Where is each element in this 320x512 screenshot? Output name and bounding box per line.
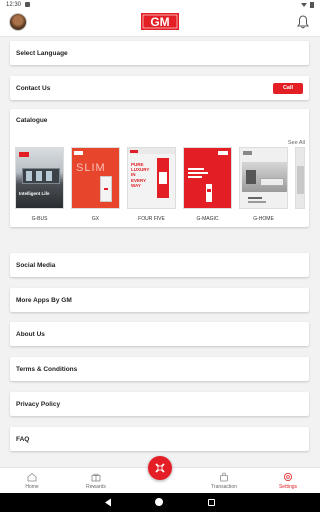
catalogue-card: Catalogue See All Intelligent Life G-BUS… [10, 109, 309, 227]
see-all-link[interactable]: See All [288, 140, 305, 146]
system-navigation-bar [0, 493, 320, 512]
app-header: GM [0, 9, 320, 37]
wifi-icon [301, 3, 307, 7]
gift-icon [91, 473, 101, 482]
logo-text: GM [150, 15, 169, 29]
settings-content: Select Language Contact Us Call Catalogu… [0, 37, 320, 467]
notification-icon [25, 2, 31, 7]
social-media-item[interactable]: Social Media [10, 253, 309, 277]
privacy-policy-item[interactable]: Privacy Policy [10, 392, 309, 416]
status-bar: 12:30 [0, 0, 320, 9]
contact-us-item: Contact Us Call [10, 76, 309, 100]
settings-gear-icon [284, 473, 292, 481]
catalogue-cover-four-five: PURE LUXURY IN EVERY WAY [127, 147, 176, 209]
catalogue-label-g-magic: G-MAGIC [196, 216, 219, 222]
home-circle-icon[interactable] [155, 498, 163, 506]
bag-icon [220, 472, 228, 482]
catalogue-label-gx: GX [91, 216, 100, 222]
catalogue-item-g-bus[interactable]: Intelligent Life G-BUS [15, 147, 64, 222]
bottom-navigation: Home Rewards Transaction Settings [0, 456, 320, 493]
recent-apps-icon[interactable] [208, 499, 215, 506]
catalogue-title: Catalogue [16, 117, 48, 124]
contact-us-label: Contact Us [16, 84, 51, 92]
more-apps-label: More Apps By GM [16, 296, 72, 304]
catalogue-label-four-five: FOUR FIVE [138, 216, 165, 222]
catalogue-cover-text-four-five: PURE LUXURY IN EVERY WAY [131, 162, 150, 188]
catalogue-cover-gx: SLIM [71, 147, 120, 209]
catalogue-cover-g-home [239, 147, 288, 209]
catalogue-label-g-bus: G-BUS [31, 216, 48, 222]
nav-home-label: Home [25, 484, 39, 490]
nav-rewards-label: Rewards [86, 484, 106, 490]
catalogue-cover-partial [295, 147, 305, 209]
notification-bell-icon[interactable] [297, 15, 309, 29]
about-us-item[interactable]: About Us [10, 322, 309, 346]
select-language-label: Select Language [16, 49, 68, 57]
terms-item[interactable]: Terms & Conditions [10, 357, 309, 381]
catalogue-cover-g-bus: Intelligent Life [15, 147, 64, 209]
nav-rewards[interactable]: Rewards [76, 472, 116, 490]
catalogue-item-partial[interactable] [295, 147, 305, 222]
select-language-item[interactable]: Select Language [10, 41, 309, 65]
catalogue-cover-text-g-bus: Intelligent Life [19, 191, 50, 196]
catalogue-item-g-home[interactable]: G-HOME [239, 147, 288, 222]
catalogue-item-g-magic[interactable]: G-MAGIC [183, 147, 232, 222]
catalogue-item-gx[interactable]: SLIM GX [71, 147, 120, 222]
more-apps-item[interactable]: More Apps By GM [10, 288, 309, 312]
nav-transaction-label: Transaction [211, 484, 237, 490]
faq-label: FAQ [16, 435, 30, 443]
gm-logo: GM [141, 13, 179, 30]
about-us-label: About Us [16, 330, 45, 338]
catalogue-cover-text-gx: SLIM [76, 162, 106, 174]
faq-item[interactable]: FAQ [10, 427, 309, 451]
scan-fab-button[interactable] [148, 456, 172, 480]
catalogue-cover-g-magic [183, 147, 232, 209]
nav-settings[interactable]: Settings [268, 472, 308, 490]
social-media-label: Social Media [16, 261, 56, 269]
home-icon [27, 472, 37, 482]
nav-settings-label: Settings [278, 484, 298, 490]
battery-icon [310, 1, 314, 8]
catalogue-list: Intelligent Life G-BUS SLIM GX PURE LUXU… [15, 147, 305, 222]
nav-transaction[interactable]: Transaction [204, 472, 244, 490]
catalogue-item-four-five[interactable]: PURE LUXURY IN EVERY WAY FOUR FIVE [127, 147, 176, 222]
catalogue-label-g-home: G-HOME [253, 216, 274, 222]
nav-home[interactable]: Home [12, 472, 52, 490]
grid-icon [155, 463, 165, 473]
status-time: 12:30 [6, 1, 22, 8]
call-button[interactable]: Call [273, 82, 303, 94]
back-icon[interactable] [104, 498, 112, 507]
profile-avatar[interactable] [9, 13, 27, 31]
terms-label: Terms & Conditions [16, 365, 78, 373]
privacy-policy-label: Privacy Policy [16, 400, 61, 408]
